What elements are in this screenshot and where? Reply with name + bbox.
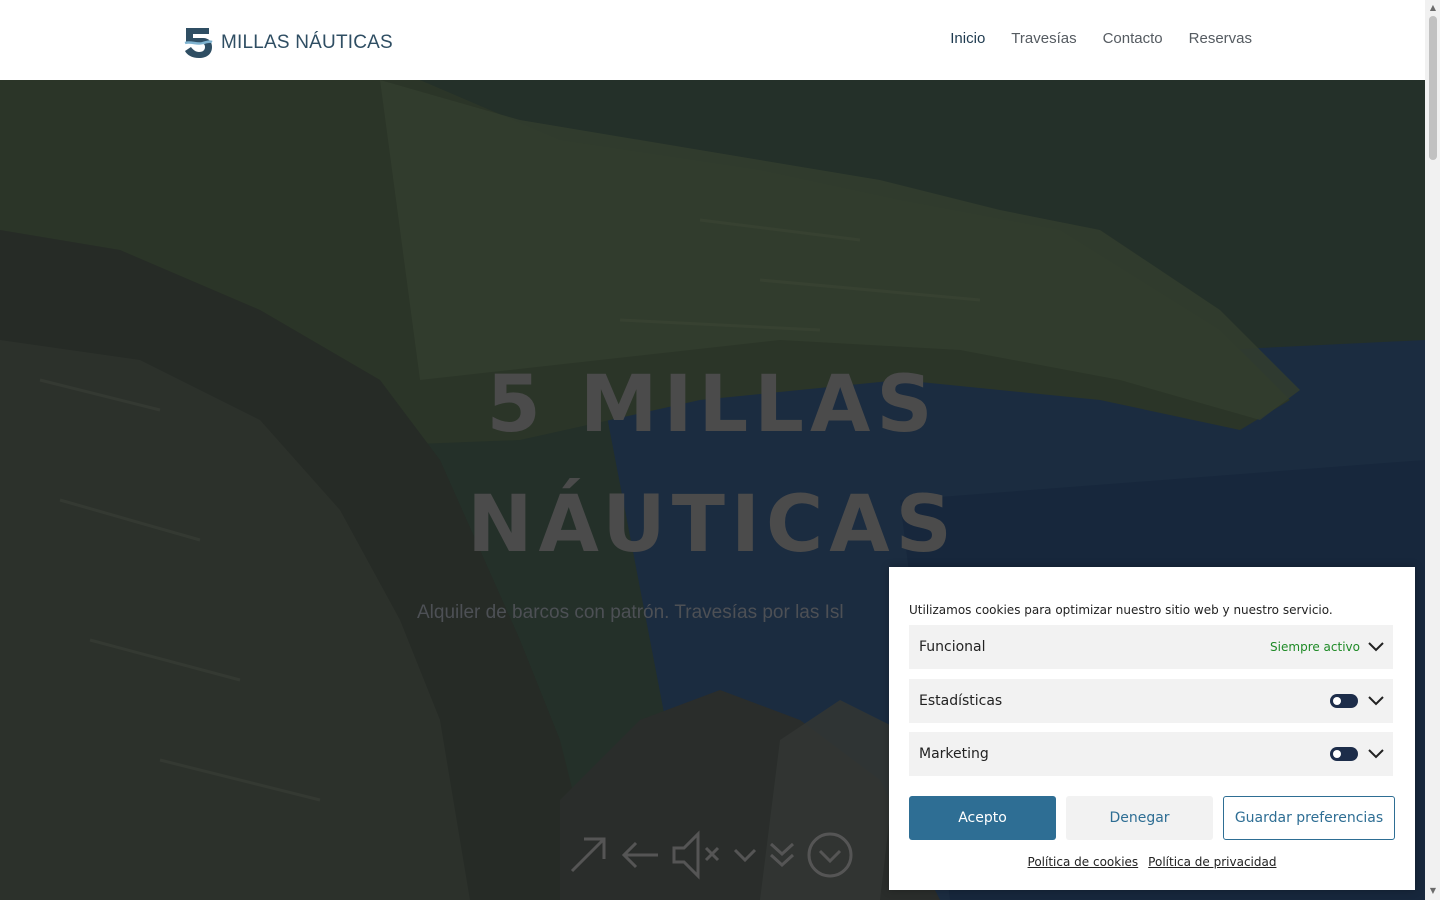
five-logo-icon xyxy=(184,28,213,58)
cookie-consent-banner: Utilizamos cookies para optimizar nuestr… xyxy=(889,567,1415,890)
scrollbar-thumb[interactable] xyxy=(1429,16,1437,160)
site-logo[interactable]: MILLAS NÁUTICAS xyxy=(183,26,393,60)
cookie-category-funcional[interactable]: Funcional Siempre activo xyxy=(909,625,1393,669)
arrow-left-icon[interactable] xyxy=(620,840,660,874)
privacy-policy-link[interactable]: Política de privacidad xyxy=(1148,855,1276,869)
cookie-policy-links: Política de cookies Política de privacid… xyxy=(889,855,1415,869)
hero-icon-row xyxy=(566,830,854,884)
chevron-down-icon[interactable] xyxy=(1368,696,1384,706)
speaker-muted-icon[interactable] xyxy=(670,830,722,884)
chevron-down-icon[interactable] xyxy=(1368,749,1384,759)
statistics-toggle[interactable] xyxy=(1330,694,1358,708)
main-nav: Inicio Travesías Contacto Reservas xyxy=(950,30,1252,47)
site-header: MILLAS NÁUTICAS Inicio Travesías Contact… xyxy=(0,0,1425,80)
hero-title-line1: 5 MILLAS xyxy=(486,360,939,450)
accept-button[interactable]: Acepto xyxy=(909,796,1056,840)
scroll-up-icon[interactable]: ▲ xyxy=(1428,3,1438,13)
hero-subtitle: Alquiler de barcos con patrón. Travesías… xyxy=(417,602,844,623)
marketing-toggle[interactable] xyxy=(1330,747,1358,761)
always-active-label: Siempre activo xyxy=(1270,640,1360,654)
save-preferences-button[interactable]: Guardar preferencias xyxy=(1223,796,1395,840)
circle-chevron-down-icon[interactable] xyxy=(806,831,854,883)
logo-text: MILLAS NÁUTICAS xyxy=(221,32,393,53)
nav-link-inicio[interactable]: Inicio xyxy=(950,30,985,47)
double-chevron-down-icon[interactable] xyxy=(768,841,796,873)
nav-link-reservas[interactable]: Reservas xyxy=(1189,30,1252,47)
chevron-down-icon[interactable] xyxy=(732,846,758,868)
arrow-up-right-icon[interactable] xyxy=(566,833,610,881)
category-label: Funcional xyxy=(919,639,986,655)
cookie-category-marketing[interactable]: Marketing xyxy=(909,732,1393,776)
cookie-message: Utilizamos cookies para optimizar nuestr… xyxy=(909,603,1333,617)
deny-button[interactable]: Denegar xyxy=(1066,796,1213,840)
cookie-policy-link[interactable]: Política de cookies xyxy=(1028,855,1139,869)
nav-link-contacto[interactable]: Contacto xyxy=(1103,30,1163,47)
chevron-down-icon[interactable] xyxy=(1368,642,1384,652)
category-label: Marketing xyxy=(919,746,989,762)
category-label: Estadísticas xyxy=(919,693,1003,709)
scroll-down-icon[interactable]: ▼ xyxy=(1428,886,1438,896)
cookie-category-estadisticas[interactable]: Estadísticas xyxy=(909,679,1393,723)
nav-link-travesias[interactable]: Travesías xyxy=(1011,30,1076,47)
